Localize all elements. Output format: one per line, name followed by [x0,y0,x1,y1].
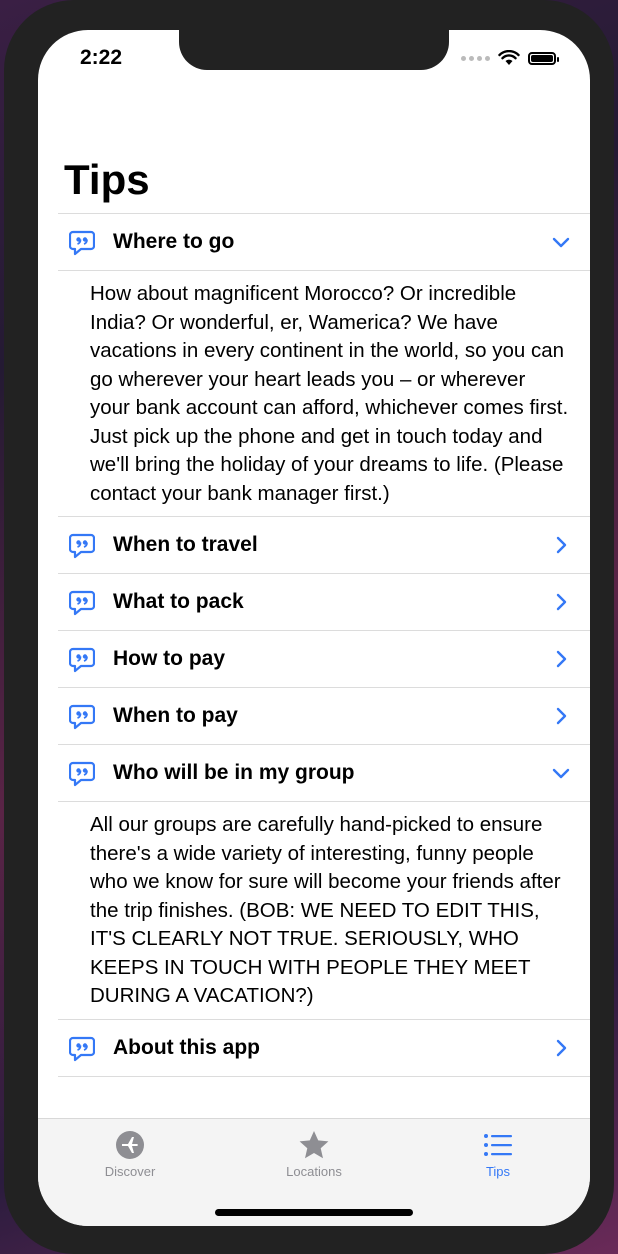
chevron-right-icon [556,1039,567,1056]
chevron-right-icon [556,707,567,725]
quote-bubble-icon [69,1036,95,1061]
tip-detail: How about magnificent Morocco? Or incred… [58,270,590,516]
tab-label: Locations [286,1164,342,1179]
tab-locations[interactable]: Locations [254,1129,374,1179]
tip-body: All our groups are carefully hand-picked… [58,801,590,1019]
airplane-circle-icon [70,1129,190,1161]
status-time: 2:22 [80,46,123,69]
tip-title: Who will be in my group [113,761,355,784]
chevron-right-icon [556,650,567,668]
tip-row[interactable]: What to pack [58,573,590,630]
tip-title: About this app [113,1035,260,1059]
tip-title: How to pay [113,647,226,670]
notch [179,30,449,70]
status-indicators [461,50,559,66]
screen: 2:22 Tips Where to go How about magnifice… [38,30,590,1226]
tip-row[interactable]: Who will be in my group [58,744,590,801]
tip-title: When to travel [113,533,258,556]
tab-tips[interactable]: Tips [438,1129,558,1179]
tip-title: Where to go [113,230,235,253]
page-title: Tips [64,156,150,203]
tip-row[interactable]: When to travel [58,516,590,573]
tab-label: Discover [104,1164,156,1179]
chevron-down-icon [552,237,570,248]
quote-bubble-icon [69,647,95,673]
list-divider [58,1075,590,1077]
tab-discover[interactable]: Discover [70,1129,190,1179]
tip-body: How about magnificent Morocco? Or incred… [58,270,590,516]
tip-detail: All our groups are carefully hand-picked… [58,801,590,1019]
list-icon [438,1129,558,1161]
chevron-down-icon [552,768,570,779]
quote-bubble-icon [69,590,95,616]
quote-bubble-icon [69,761,95,787]
signal-icon [461,55,490,61]
tab-label: Tips [485,1164,511,1179]
tip-row[interactable]: Where to go [58,213,590,270]
tip-row[interactable]: About this app [58,1018,590,1076]
battery-icon [528,51,559,65]
tip-title: What to pack [113,590,244,613]
chevron-right-icon [556,536,567,554]
tip-title: When to pay [113,704,238,727]
star-icon [254,1129,374,1161]
quote-bubble-icon [69,533,95,559]
device-frame: 2:22 Tips Where to go How about magnifice… [4,0,614,1254]
quote-bubble-icon [69,230,95,256]
chevron-right-icon [556,593,567,611]
tip-row[interactable]: When to pay [58,687,590,744]
quote-bubble-icon [69,704,95,730]
tip-row[interactable]: How to pay [58,630,590,687]
wifi-icon [498,50,520,65]
home-indicator [215,1209,413,1216]
tips-list: Where to go How about magnificent Morocco… [58,213,590,1077]
